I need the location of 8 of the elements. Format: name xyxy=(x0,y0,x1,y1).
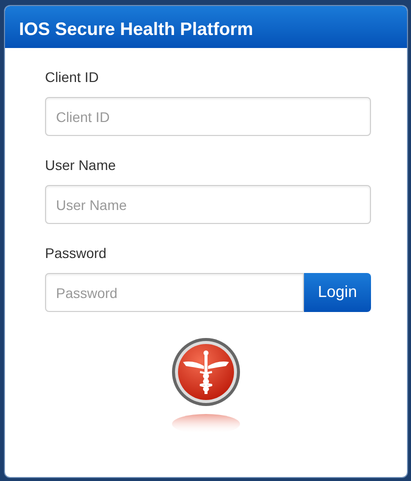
input-field[interactable]: User Name xyxy=(45,185,371,224)
panel-title: IOS Secure Health Platform xyxy=(5,6,407,48)
password-field[interactable]: Password xyxy=(45,273,304,312)
field-label: Client ID xyxy=(45,68,99,87)
field-label: User Name xyxy=(45,156,116,175)
field-label: Password xyxy=(45,244,106,263)
input-field[interactable]: Client ID xyxy=(45,97,371,136)
login-button[interactable]: Login xyxy=(304,273,371,312)
